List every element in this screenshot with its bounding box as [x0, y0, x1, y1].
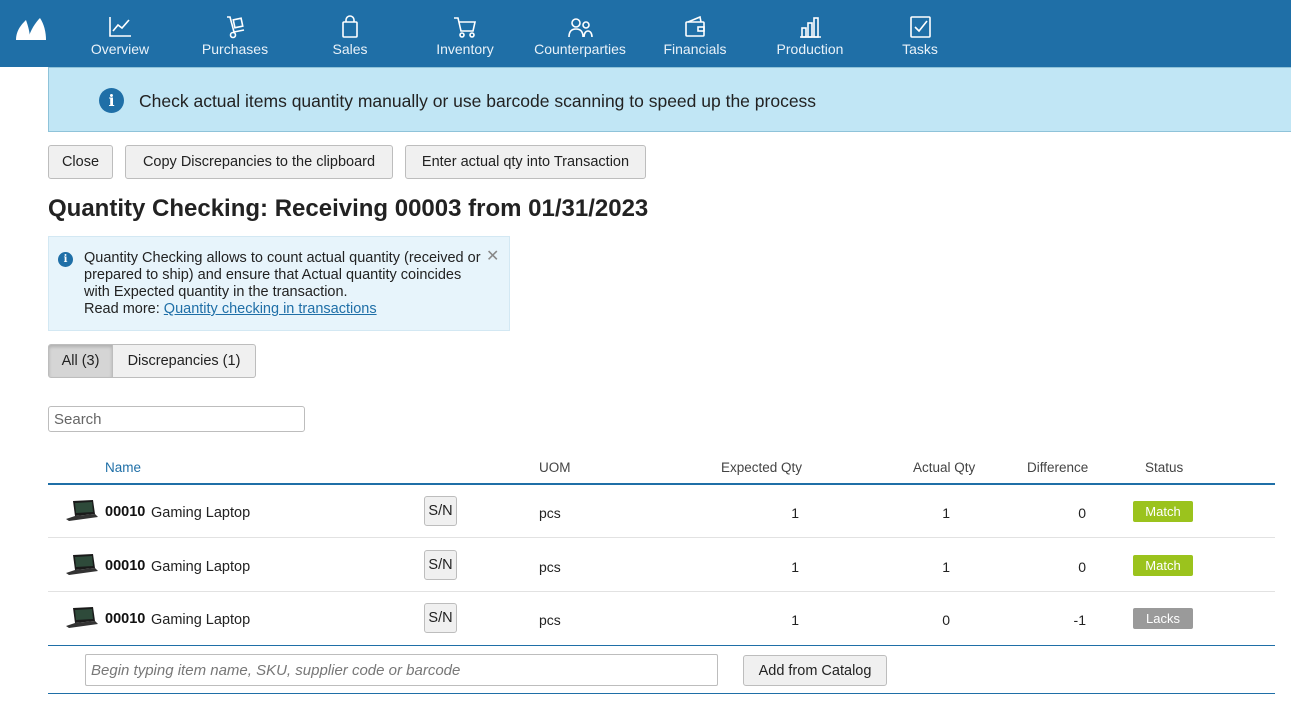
laptop-icon: [66, 500, 98, 521]
close-button[interactable]: Close: [48, 145, 113, 179]
banner-text: Check actual items quantity manually or …: [139, 91, 817, 111]
nav-inventory-label: Inventory: [436, 41, 494, 57]
row-expected-qty: 1: [791, 505, 799, 521]
nav-purchases-label: Purchases: [201, 41, 269, 57]
tab-all[interactable]: All (3): [48, 344, 113, 378]
column-header-uom: UOM: [539, 460, 571, 475]
column-header-status: Status: [1145, 460, 1184, 475]
row-uom: pcs: [539, 612, 561, 628]
row-difference: 0: [1078, 505, 1086, 521]
search-input[interactable]: [48, 406, 305, 432]
nav-counterparties-label: Counterparties: [534, 41, 626, 57]
column-header-name[interactable]: Name: [105, 460, 141, 475]
nav-overview[interactable]: Overview: [65, 0, 175, 67]
status-badge: Match: [1133, 555, 1193, 576]
nav-production-label: Production: [776, 41, 844, 57]
column-header-actual: Actual Qty: [913, 460, 976, 475]
nav-financials[interactable]: Financials: [640, 0, 750, 67]
column-header-difference: Difference: [1027, 460, 1089, 475]
row-sku[interactable]: 00010: [105, 504, 145, 520]
wallet-icon: [685, 15, 705, 37]
nav-tasks[interactable]: Tasks: [865, 0, 975, 67]
hand-truck-icon: [227, 16, 245, 39]
add-item-input[interactable]: [85, 654, 718, 686]
nav-sales-label: Sales: [332, 41, 368, 57]
table-footer-divider: [48, 645, 1275, 646]
row-item-name[interactable]: Gaming Laptop: [151, 612, 250, 628]
read-more-link[interactable]: Quantity checking in transactions: [164, 301, 377, 317]
row-uom: pcs: [539, 505, 561, 521]
column-header-expected: Expected Qty: [721, 460, 803, 475]
status-badge: Match: [1133, 501, 1193, 522]
close-icon[interactable]: ✕: [486, 249, 499, 265]
bottom-divider: [48, 693, 1275, 694]
checkbox-icon: [910, 16, 931, 38]
info-banner: i Check actual items quantity manually o…: [48, 67, 1291, 132]
serial-number-button[interactable]: S/N: [424, 550, 457, 580]
info-icon: i: [99, 88, 124, 113]
page-title: Quantity Checking: Receiving 00003 from …: [48, 195, 649, 222]
nav-purchases[interactable]: Purchases: [180, 0, 290, 67]
row-expected-qty: 1: [791, 559, 799, 575]
info-small-icon: i: [58, 252, 73, 267]
nav-sales[interactable]: Sales: [295, 0, 405, 67]
table-row: 00010 Gaming Laptop S/N pcs 1 0 -1 Lacks: [48, 592, 1275, 645]
info-line-2: prepared to ship) and ensure that Actual…: [84, 267, 462, 283]
top-navigation: Overview Purchases Sales Inventory Count…: [0, 0, 1291, 67]
serial-number-button[interactable]: S/N: [424, 603, 457, 633]
status-badge: Lacks: [1133, 608, 1193, 629]
nav-financials-label: Financials: [663, 41, 727, 57]
copy-discrepancies-button[interactable]: Copy Discrepancies to the clipboard: [125, 145, 393, 179]
read-more: Read more: Quantity checking in transact…: [84, 301, 494, 318]
nav-tasks-label: Tasks: [902, 41, 938, 57]
info-line-1: Quantity Checking allows to count actual…: [84, 250, 481, 266]
enter-actual-qty-button[interactable]: Enter actual qty into Transaction: [405, 145, 646, 179]
nav-counterparties[interactable]: Counterparties: [525, 0, 635, 67]
nav-inventory[interactable]: Inventory: [410, 0, 520, 67]
row-actual-qty[interactable]: 0: [890, 612, 950, 628]
logo-icon[interactable]: [14, 16, 48, 42]
row-uom: pcs: [539, 559, 561, 575]
info-line-3: with Expected quantity in the transactio…: [84, 284, 348, 300]
chart-line-icon: [109, 17, 131, 37]
add-from-catalog-button[interactable]: Add from Catalog: [743, 655, 887, 686]
tab-discrepancies[interactable]: Discrepancies (1): [113, 344, 256, 378]
info-box-text: Quantity Checking allows to count actual…: [84, 250, 494, 318]
row-expected-qty: 1: [791, 612, 799, 628]
table-row: 00010 Gaming Laptop S/N pcs 1 1 0 Match: [48, 485, 1275, 538]
row-actual-qty[interactable]: 1: [890, 505, 950, 521]
row-item-name[interactable]: Gaming Laptop: [151, 505, 250, 521]
nav-production[interactable]: Production: [755, 0, 865, 67]
row-sku[interactable]: 00010: [105, 611, 145, 627]
read-more-label: Read more:: [84, 301, 160, 317]
row-difference: 0: [1078, 559, 1086, 575]
laptop-icon: [66, 554, 98, 575]
people-icon: [568, 18, 593, 38]
row-sku[interactable]: 00010: [105, 558, 145, 574]
info-box: i Quantity Checking allows to count actu…: [48, 236, 510, 331]
factory-icon: [800, 17, 821, 38]
row-difference: -1: [1073, 612, 1086, 628]
row-actual-qty[interactable]: 1: [890, 559, 950, 575]
row-item-name[interactable]: Gaming Laptop: [151, 559, 250, 575]
serial-number-button[interactable]: S/N: [424, 496, 457, 526]
shopping-bag-icon: [342, 15, 358, 38]
cart-icon: [454, 17, 476, 38]
nav-overview-label: Overview: [90, 41, 150, 57]
table-row: 00010 Gaming Laptop S/N pcs 1 1 0 Match: [48, 539, 1275, 592]
laptop-icon: [66, 607, 98, 628]
